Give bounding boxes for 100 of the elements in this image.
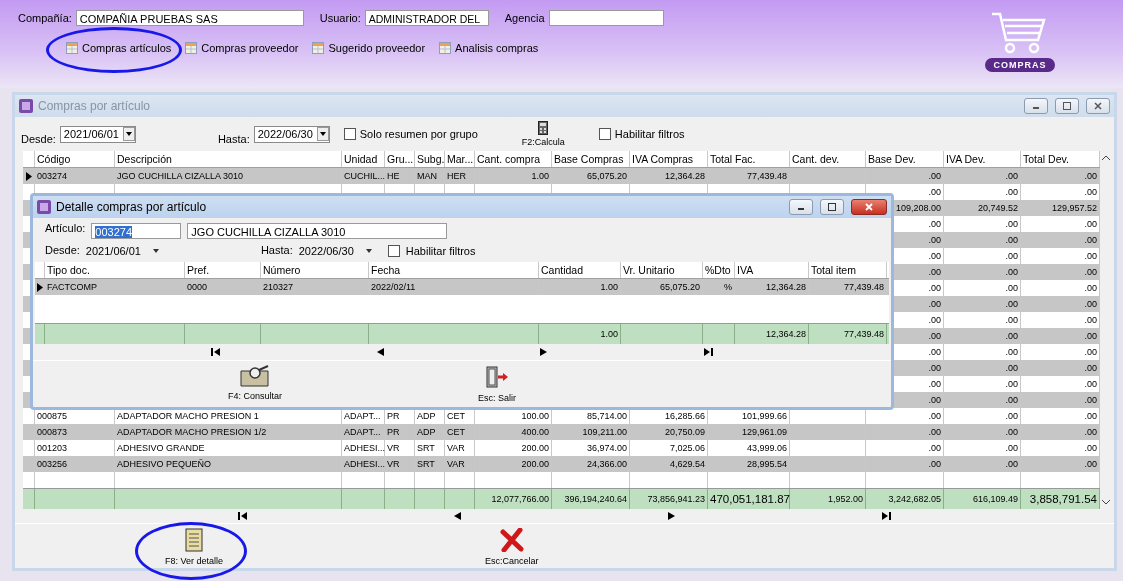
user-field[interactable]: ADMINISTRADOR DEL xyxy=(364,10,489,26)
maximize-icon xyxy=(1063,102,1071,110)
next-record-button[interactable] xyxy=(540,348,548,356)
last-record-button[interactable] xyxy=(703,348,713,356)
table-cell: .00 xyxy=(1084,459,1097,469)
logo-badge: COMPRAS xyxy=(985,58,1055,72)
first-record-button[interactable] xyxy=(211,348,221,356)
column-header[interactable]: Unidad xyxy=(342,151,385,167)
consult-button[interactable]: F4: Consultar xyxy=(228,365,283,401)
total-cell: 77,439.48 xyxy=(843,329,884,339)
column-header[interactable]: %Dto xyxy=(703,262,735,278)
exit-button[interactable]: Esc: Salir xyxy=(478,365,516,403)
filters-checkbox[interactable] xyxy=(598,128,611,140)
column-header[interactable]: Base Compras xyxy=(552,151,630,167)
table-cell: PR xyxy=(387,411,400,421)
column-header[interactable]: IVA xyxy=(735,262,809,278)
table-cell: CET xyxy=(447,427,465,437)
door-arrow-icon xyxy=(485,365,509,389)
last-icon xyxy=(703,348,713,356)
table-cell: .00 xyxy=(928,459,941,469)
first-record-button[interactable] xyxy=(238,512,248,520)
table-cell: .00 xyxy=(928,171,941,181)
column-header[interactable]: Mar... xyxy=(445,151,475,167)
summary-checkbox[interactable] xyxy=(343,128,356,140)
cancel-button[interactable]: Esc:Cancelar xyxy=(485,528,539,566)
book-magnifier-icon xyxy=(240,365,270,387)
last-record-button[interactable] xyxy=(881,512,891,520)
column-header[interactable]: IVA Dev. xyxy=(944,151,1021,167)
table-cell: ADAPT... xyxy=(344,427,381,437)
column-header[interactable]: IVA Compras xyxy=(630,151,708,167)
table-cell: .00 xyxy=(1005,251,1018,261)
toolbar-link[interactable]: Analisis compras xyxy=(439,42,539,54)
total-cell: 470,051,181.87 xyxy=(710,493,790,505)
view-detail-button[interactable]: F8: Ver detalle xyxy=(165,528,224,566)
toolbar-link[interactable]: Sugerido proveedor xyxy=(312,42,426,54)
column-header[interactable]: Vr. Unitario xyxy=(621,262,703,278)
table-cell: .00 xyxy=(1084,251,1097,261)
minimize-button[interactable] xyxy=(1024,98,1048,114)
from-date-field[interactable]: 2021/06/01 xyxy=(85,245,159,257)
maximize-button[interactable] xyxy=(820,199,844,215)
table-cell: .00 xyxy=(1005,171,1018,181)
next-icon xyxy=(540,348,548,356)
column-header[interactable]: Cant. compra xyxy=(475,151,552,167)
table-cell: .00 xyxy=(1005,219,1018,229)
close-button[interactable] xyxy=(1086,98,1110,114)
toolbar-link[interactable]: Compras proveedor xyxy=(185,42,299,54)
column-header[interactable]: Tipo doc. xyxy=(45,262,185,278)
column-header[interactable]: Pref. xyxy=(185,262,261,278)
table-cell: .00 xyxy=(928,251,941,261)
column-header[interactable]: Subg. xyxy=(415,151,445,167)
article-name-field[interactable]: JGO CUCHILLA CIZALLA 3010 xyxy=(187,223,448,239)
previous-record-button[interactable] xyxy=(454,512,462,520)
table-cell: 003256 xyxy=(37,459,68,469)
table-cell: ADP xyxy=(417,411,436,421)
column-header[interactable]: Descripción xyxy=(115,151,342,167)
table-icon xyxy=(66,42,78,54)
toolbar-link[interactable]: Compras artículos xyxy=(66,42,172,54)
dropdown-icon xyxy=(316,127,329,141)
total-cell: 3,242,682.05 xyxy=(888,494,941,504)
column-header[interactable]: Gru... xyxy=(385,151,415,167)
table-cell: .00 xyxy=(928,427,941,437)
column-header[interactable]: Fecha xyxy=(369,262,539,278)
next-record-button[interactable] xyxy=(667,512,675,520)
column-header[interactable]: Cantidad xyxy=(539,262,621,278)
table-cell: 001203 xyxy=(37,443,68,453)
table-cell: HER xyxy=(447,171,466,181)
table-cell: .00 xyxy=(1084,347,1097,357)
close-icon xyxy=(1094,102,1102,110)
table-cell: 7,025.06 xyxy=(669,443,705,453)
to-date-field[interactable]: 2022/06/30 xyxy=(298,245,372,257)
column-header[interactable]: Código xyxy=(35,151,115,167)
cross-icon xyxy=(499,528,524,552)
first-icon xyxy=(238,512,248,520)
column-header[interactable]: Total item xyxy=(809,262,887,278)
article-label: Artículo: xyxy=(45,222,86,234)
first-icon xyxy=(211,348,221,356)
column-header[interactable]: Cant. dev. xyxy=(790,151,866,167)
previous-record-button[interactable] xyxy=(376,348,384,356)
table-cell: 24,366.00 xyxy=(586,459,627,469)
table-cell: .00 xyxy=(928,331,941,341)
table-cell: 210327 xyxy=(263,282,294,292)
column-header[interactable]: Base Dev. xyxy=(866,151,944,167)
table-cell: 20,749.52 xyxy=(977,203,1018,213)
column-header[interactable]: Número xyxy=(261,262,369,278)
maximize-button[interactable] xyxy=(1055,98,1079,114)
company-field[interactable]: COMPAÑIA PRUEBAS SAS xyxy=(75,10,304,26)
from-date-field[interactable]: 2021/06/01 xyxy=(59,125,136,143)
filters-checkbox[interactable] xyxy=(387,245,400,257)
calculate-button[interactable]: F2:Calcula xyxy=(521,121,565,147)
to-label: Hasta: xyxy=(260,244,293,256)
user-label: Usuario: xyxy=(319,12,361,24)
article-code-field[interactable]: 003274 xyxy=(91,223,182,239)
minimize-button[interactable] xyxy=(789,199,813,215)
to-date-field[interactable]: 2022/06/30 xyxy=(253,125,330,143)
table-cell: 77,439.48 xyxy=(746,171,787,181)
column-header[interactable]: Total Fac. xyxy=(708,151,790,167)
table-cell: .00 xyxy=(1005,443,1018,453)
table-cell: 400.00 xyxy=(521,427,549,437)
agency-field[interactable] xyxy=(548,10,664,26)
close-button[interactable] xyxy=(851,199,887,215)
